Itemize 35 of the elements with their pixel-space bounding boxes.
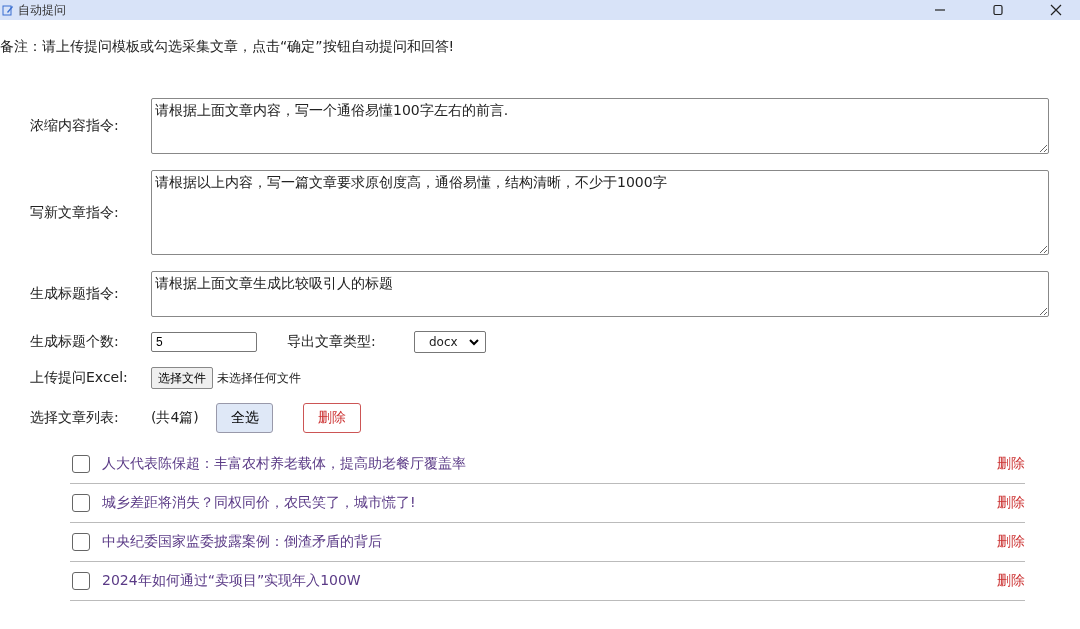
checkbox[interactable] xyxy=(72,533,90,551)
checkbox[interactable] xyxy=(72,572,90,590)
delete-link[interactable]: 删除 xyxy=(997,572,1025,590)
delete-link[interactable]: 删除 xyxy=(997,494,1025,512)
field-label: 写新文章指令: xyxy=(30,203,120,222)
note-text: 备注：请上传提问模板或勾选采集文章，点击“确定”按钮自动提问和回答! xyxy=(0,38,456,56)
article-title[interactable]: 中央纪委国家监委披露案例：倒渣矛盾的背后 xyxy=(102,533,997,551)
chevron-icon xyxy=(469,338,479,346)
delete-link[interactable]: 删除 xyxy=(997,455,1025,473)
field-label: 生成标题个数: xyxy=(30,333,120,351)
file-status: 未选择任何文件 xyxy=(217,369,301,387)
window-title: 自动提问 xyxy=(18,1,66,19)
delete-link[interactable]: 删除 xyxy=(997,533,1025,551)
field-label: 上传提问Excel: xyxy=(30,369,129,387)
checkbox[interactable] xyxy=(72,494,90,512)
article-title[interactable]: 城乡差距将消失？同权同价，农民笑了，城市慌了! xyxy=(102,494,997,512)
field-label: 生成标题指令: xyxy=(30,285,120,303)
article-title[interactable]: 人大代表陈保超：丰富农村养老载体，提高助老餐厅覆盖率 xyxy=(102,455,997,473)
count-field[interactable]: 5 xyxy=(151,332,257,352)
delete-button[interactable]: 删除 xyxy=(303,403,361,433)
choose-file-button[interactable]: 选择文件 xyxy=(151,367,213,389)
close-icon[interactable] xyxy=(1050,4,1062,16)
type-dropdown[interactable]: docx xyxy=(414,331,486,353)
field-label: 浓缩内容指令: xyxy=(30,117,120,135)
maximize-icon[interactable] xyxy=(992,4,1004,16)
edit-icon xyxy=(2,4,14,16)
article-count: (共4篇) xyxy=(151,409,200,427)
checkbox[interactable] xyxy=(72,455,90,473)
field-label: 选择文章列表: xyxy=(30,409,120,427)
article-title[interactable]: 2024年如何通过“卖项目”实现年入100W xyxy=(102,572,997,590)
prompt-field[interactable]: 请根据上面文章生成比较吸引人的标题 xyxy=(151,271,1049,317)
prompt-field[interactable]: 请根据以上内容，写一篇文章要求原创度高，通俗易懂，结构清晰，不少于1000字 xyxy=(151,170,1049,255)
field-label: 导出文章类型: xyxy=(287,333,377,351)
prompt-field[interactable]: 请根据上面文章内容，写一个通俗易懂100字左右的前言. xyxy=(151,98,1049,154)
select-all-button[interactable]: 全选 xyxy=(216,403,273,433)
